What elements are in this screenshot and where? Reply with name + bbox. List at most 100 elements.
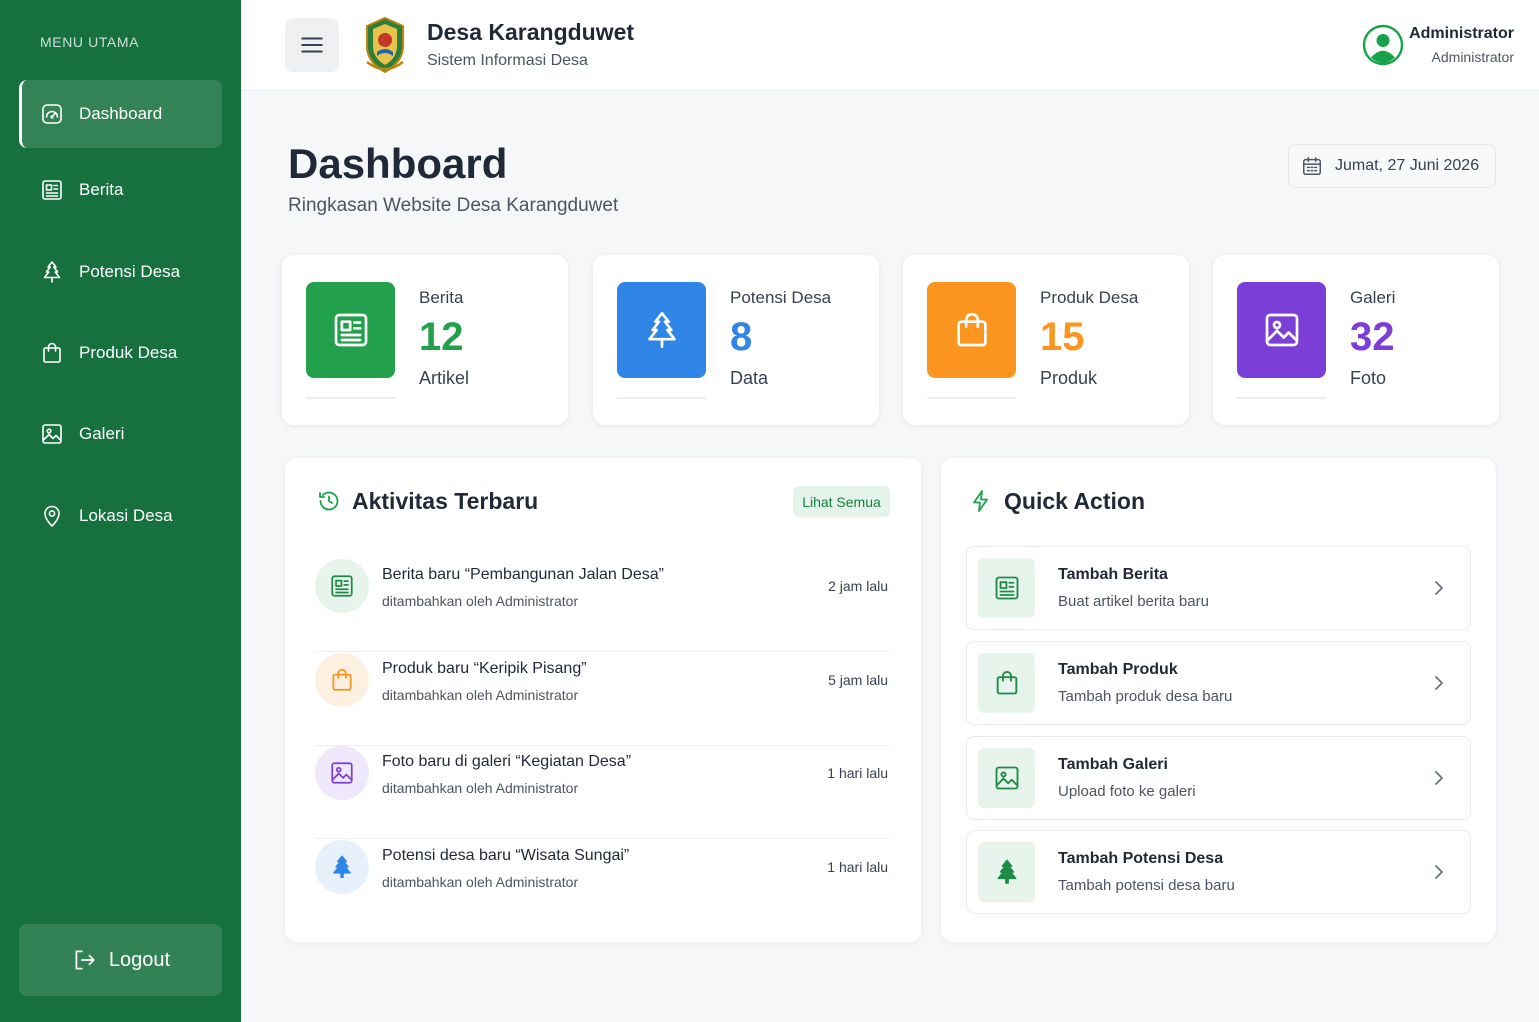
add-produk-button[interactable]: Tambah Produk Tambah produk desa baru [966, 641, 1471, 725]
village-crest-logo [366, 16, 404, 74]
date-display: Jumat, 27 Juni 2026 [1288, 144, 1496, 188]
stat-card-galeri[interactable]: Galeri 32 Foto [1213, 255, 1499, 425]
activity-time: 5 jam lalu [828, 672, 888, 688]
activity-item[interactable]: Berita baru “Pembangunan Jalan Desa” dit… [315, 559, 890, 652]
logout-icon [75, 950, 95, 970]
sidebar-item-label: Potensi Desa [79, 262, 181, 281]
sidebar-item-label: Produk Desa [79, 343, 178, 362]
stat-divider [306, 397, 395, 399]
activity-item[interactable]: Foto baru di galeri “Kegiatan Desa” dita… [315, 746, 890, 839]
shopping-bag-icon [39, 340, 65, 366]
stat-card-produk-desa[interactable]: Produk Desa 15 Produk [903, 255, 1189, 425]
stat-unit: Foto [1350, 368, 1387, 388]
shopping-bag-icon [927, 282, 1016, 378]
dashboard-icon [39, 101, 65, 127]
user-name: Administrator [1409, 25, 1514, 42]
activity-title: Aktivitas Terbaru [352, 488, 539, 514]
chevron-right-icon [1435, 865, 1443, 879]
see-all-button[interactable]: Lihat Semua [793, 486, 890, 517]
stat-label: Berita [419, 288, 464, 307]
sidebar: MENU UTAMA Dashboard Berita Potensi Desa… [0, 0, 241, 1022]
user-role: Administrator [1431, 49, 1514, 65]
chevron-right-icon [1435, 771, 1443, 785]
stat-value: 8 [730, 315, 753, 359]
stat-unit: Data [730, 368, 769, 388]
stat-card-potensi-desa[interactable]: Potensi Desa 8 Data [593, 255, 879, 425]
tree-icon [39, 259, 65, 285]
image-icon [315, 746, 369, 800]
stat-unit: Produk [1040, 368, 1098, 388]
page-title: Dashboard [288, 140, 508, 187]
user-avatar-icon[interactable] [1362, 24, 1404, 66]
site-title: Desa Karangduwet [427, 19, 635, 45]
sidebar-item-berita[interactable]: Berita [19, 156, 222, 224]
add-potensi-desa-button[interactable]: Tambah Potensi Desa Tambah potensi desa … [966, 830, 1471, 914]
activity-time: 1 hari lalu [827, 765, 888, 781]
menu-toggle-button[interactable] [285, 18, 339, 72]
page-subtitle: Ringkasan Website Desa Karangduwet [288, 195, 619, 216]
sidebar-item-produk-desa[interactable]: Produk Desa [19, 319, 222, 387]
add-galeri-button[interactable]: Tambah Galeri Upload foto ke galeri [966, 736, 1471, 820]
sidebar-item-potensi-desa[interactable]: Potensi Desa [19, 238, 222, 306]
current-date: Jumat, 27 Juni 2026 [1335, 157, 1480, 174]
quick-action-description: Tambah potensi desa baru [1058, 877, 1235, 894]
top-header: Desa Karangduwet Sistem Informasi Desa A… [241, 0, 1539, 91]
activity-meta: ditambahkan oleh Administrator [382, 780, 579, 796]
newspaper-icon [315, 559, 369, 613]
image-icon [39, 421, 65, 447]
activity-meta: ditambahkan oleh Administrator [382, 593, 579, 609]
logout-label: Logout [108, 948, 171, 971]
newspaper-icon [39, 177, 65, 203]
stat-label: Potensi Desa [730, 288, 832, 307]
activity-title-text: Berita baru “Pembangunan Jalan Desa” [382, 566, 664, 583]
site-subtitle: Sistem Informasi Desa [427, 52, 588, 69]
shopping-bag-icon [315, 653, 369, 707]
newspaper-icon [306, 282, 395, 378]
stat-divider [1237, 397, 1326, 399]
quick-action-description: Tambah produk desa baru [1058, 688, 1233, 705]
quick-action-description: Buat artikel berita baru [1058, 593, 1209, 610]
stat-label: Galeri [1350, 288, 1396, 307]
sidebar-item-label: Galeri [79, 424, 125, 443]
tree-icon [978, 842, 1035, 902]
calendar-icon [1303, 157, 1321, 175]
chevron-right-icon [1435, 581, 1443, 595]
stat-value: 12 [419, 315, 464, 359]
stat-card-berita[interactable]: Berita 12 Artikel [282, 255, 568, 425]
activity-item[interactable]: Produk baru “Keripik Pisang” ditambahkan… [315, 653, 890, 746]
sidebar-item-label: Dashboard [79, 104, 163, 123]
quick-action-label: Tambah Galeri [1058, 756, 1168, 773]
stat-divider [927, 397, 1016, 399]
add-berita-button[interactable]: Tambah Berita Buat artikel berita baru [966, 546, 1471, 630]
newspaper-icon [978, 558, 1035, 618]
logout-button[interactable]: Logout [19, 924, 222, 996]
activity-time: 1 hari lalu [827, 859, 888, 875]
quick-action-description: Upload foto ke galeri [1058, 783, 1196, 800]
activity-meta: ditambahkan oleh Administrator [382, 687, 579, 703]
activity-time: 2 jam lalu [828, 578, 888, 594]
sidebar-item-dashboard[interactable]: Dashboard [19, 80, 222, 148]
chevron-right-icon [1435, 676, 1443, 690]
stat-unit: Artikel [419, 368, 470, 388]
activity-meta: ditambahkan oleh Administrator [382, 874, 579, 890]
sidebar-item-galeri[interactable]: Galeri [19, 400, 222, 468]
tree-icon [315, 840, 369, 894]
image-icon [1237, 282, 1326, 378]
stat-value: 15 [1040, 315, 1085, 359]
image-icon [978, 748, 1035, 808]
hamburger-icon [301, 37, 323, 53]
activity-title-text: Produk baru “Keripik Pisang” [382, 660, 587, 677]
quick-action-title: Quick Action [1004, 488, 1145, 514]
sidebar-menu-title: MENU UTAMA [40, 34, 140, 50]
activity-title-text: Potensi desa baru “Wisata Sungai” [382, 847, 630, 864]
history-icon [319, 491, 339, 511]
quick-action-label: Tambah Berita [1058, 566, 1168, 583]
tree-icon [617, 282, 706, 378]
stat-value: 32 [1350, 315, 1395, 359]
quick-action-label: Tambah Produk [1058, 661, 1178, 678]
stat-label: Produk Desa [1040, 288, 1139, 307]
stat-divider [617, 397, 706, 399]
quick-action-label: Tambah Potensi Desa [1058, 850, 1224, 867]
sidebar-item-lokasi-desa[interactable]: Lokasi Desa [19, 482, 222, 550]
activity-item[interactable]: Potensi desa baru “Wisata Sungai” ditamb… [315, 840, 890, 933]
